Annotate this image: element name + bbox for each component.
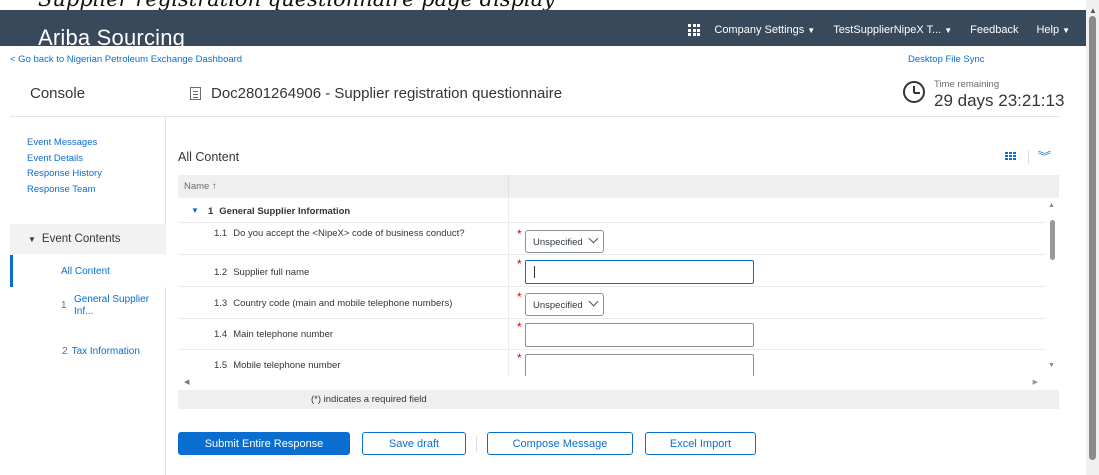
time-remaining-value: 29 days 23:21:13 [934,91,1065,110]
event-contents-toggle[interactable]: ▼ Event Contents [10,224,166,254]
table-options-icon[interactable] [1005,152,1016,161]
chevron-down-icon [588,296,599,307]
divider [10,116,1060,117]
required-asterisk: * [517,351,522,365]
document-icon [190,87,201,100]
sidebar-item-event-messages[interactable]: Event Messages [27,135,102,151]
divider [1028,150,1029,164]
sidebar-links: Event Messages Event Details Response Hi… [27,135,102,197]
country-code-select[interactable]: Unspecified [525,293,604,316]
page-title: Doc2801264906 - Supplier registration qu… [211,85,563,102]
scroll-up-arrow-icon[interactable]: ▲ [1089,6,1097,15]
questionnaire-table: Name ↑ ▼ 1 General Supplier Information 1… [178,175,1059,390]
triangle-down-icon: ▼ [28,235,36,244]
sidebar-item-all-content[interactable]: All Content [10,255,166,287]
column-header-name[interactable]: Name ↑ [184,181,217,192]
table-scrollbar-thumb[interactable] [1050,220,1055,260]
clock-icon [903,81,925,103]
triangle-down-icon[interactable]: ▼ [191,206,199,215]
time-remaining-label: Time remaining [934,79,1000,90]
supplier-full-name-input[interactable] [525,260,754,284]
page-scrollbar[interactable]: ▲ [1086,0,1099,475]
scroll-up-arrow-icon[interactable]: ▲ [1048,202,1055,209]
app-brand: Ariba Sourcing [38,25,186,50]
scroll-down-arrow-icon[interactable]: ▼ [1048,362,1055,369]
required-asterisk: * [517,257,522,271]
top-nav: Company Settings ▼ TestSupplierNipeX T...… [688,24,1070,36]
table-vertical-scrollbar[interactable]: ▲ ▼ [1046,198,1059,376]
back-to-dashboard-link[interactable]: < Go back to Nigerian Petroleum Exchange… [10,54,242,65]
required-asterisk: * [517,227,522,241]
content-title: All Content [178,150,240,164]
table-row: 1.4 Main telephone number * [178,319,1046,350]
table-header: Name ↑ [178,175,1059,198]
table-body: ▼ 1 General Supplier Information 1.1 Do yo… [178,198,1046,376]
top-header-bar: Ariba Sourcing Company Settings ▼ TestSup… [0,10,1086,50]
feedback-link[interactable]: Feedback [970,24,1018,36]
desktop-file-sync-link[interactable]: Desktop File Sync [908,54,985,65]
table-row-section[interactable]: ▼ 1 General Supplier Information [178,198,1046,223]
save-draft-button[interactable]: Save draft [362,432,466,455]
main-telephone-input[interactable] [525,323,754,347]
table-row: 1.5 Mobile telephone number * [178,350,1046,376]
table-row: 1.2 Supplier full name * [178,255,1046,287]
console-title: Console [30,85,86,102]
user-menu[interactable]: TestSupplierNipeX T... ▼ [833,24,952,36]
caret-down-icon: ▼ [807,26,816,35]
chevron-down-icon [588,233,599,244]
code-of-conduct-select[interactable]: Unspecified [525,230,604,253]
required-asterisk: * [517,320,522,334]
table-row: 1.1 Do you accept the <NipeX> code of bus… [178,223,1046,255]
mobile-telephone-input[interactable] [525,354,754,376]
sidebar-item-event-details[interactable]: Event Details [27,151,102,167]
sidebar-item-tax-information[interactable]: 2 Tax Information [62,346,140,357]
company-settings-menu[interactable]: Company Settings ▼ [714,24,815,36]
double-chevron-down-icon[interactable]: ︾ [1038,148,1051,164]
submit-entire-response-button[interactable]: Submit Entire Response [178,432,350,455]
table-row: 1.3 Country code (main and mobile telepho… [178,287,1046,319]
caret-down-icon: ▼ [1062,26,1070,35]
page-scrollbar-thumb[interactable] [1089,16,1096,460]
scroll-left-arrow-icon[interactable]: ◀ [184,378,189,386]
left-sidebar: Event Messages Event Details Response Hi… [10,117,166,475]
divider [476,436,477,452]
required-field-note: (*) indicates a required field [178,390,1059,409]
required-asterisk: * [517,290,522,304]
excel-import-button[interactable]: Excel Import [645,432,756,455]
help-menu[interactable]: Help ▼ [1036,24,1070,36]
sidebar-item-response-team[interactable]: Response Team [27,182,102,198]
table-horizontal-scrollbar[interactable]: ◀ ▶ [178,376,1046,390]
app-launcher-icon[interactable] [688,24,701,36]
compose-message-button[interactable]: Compose Message [487,432,633,455]
caret-down-icon: ▼ [944,26,953,35]
scroll-right-arrow-icon[interactable]: ▶ [1033,378,1038,386]
sidebar-item-response-history[interactable]: Response History [27,166,102,182]
